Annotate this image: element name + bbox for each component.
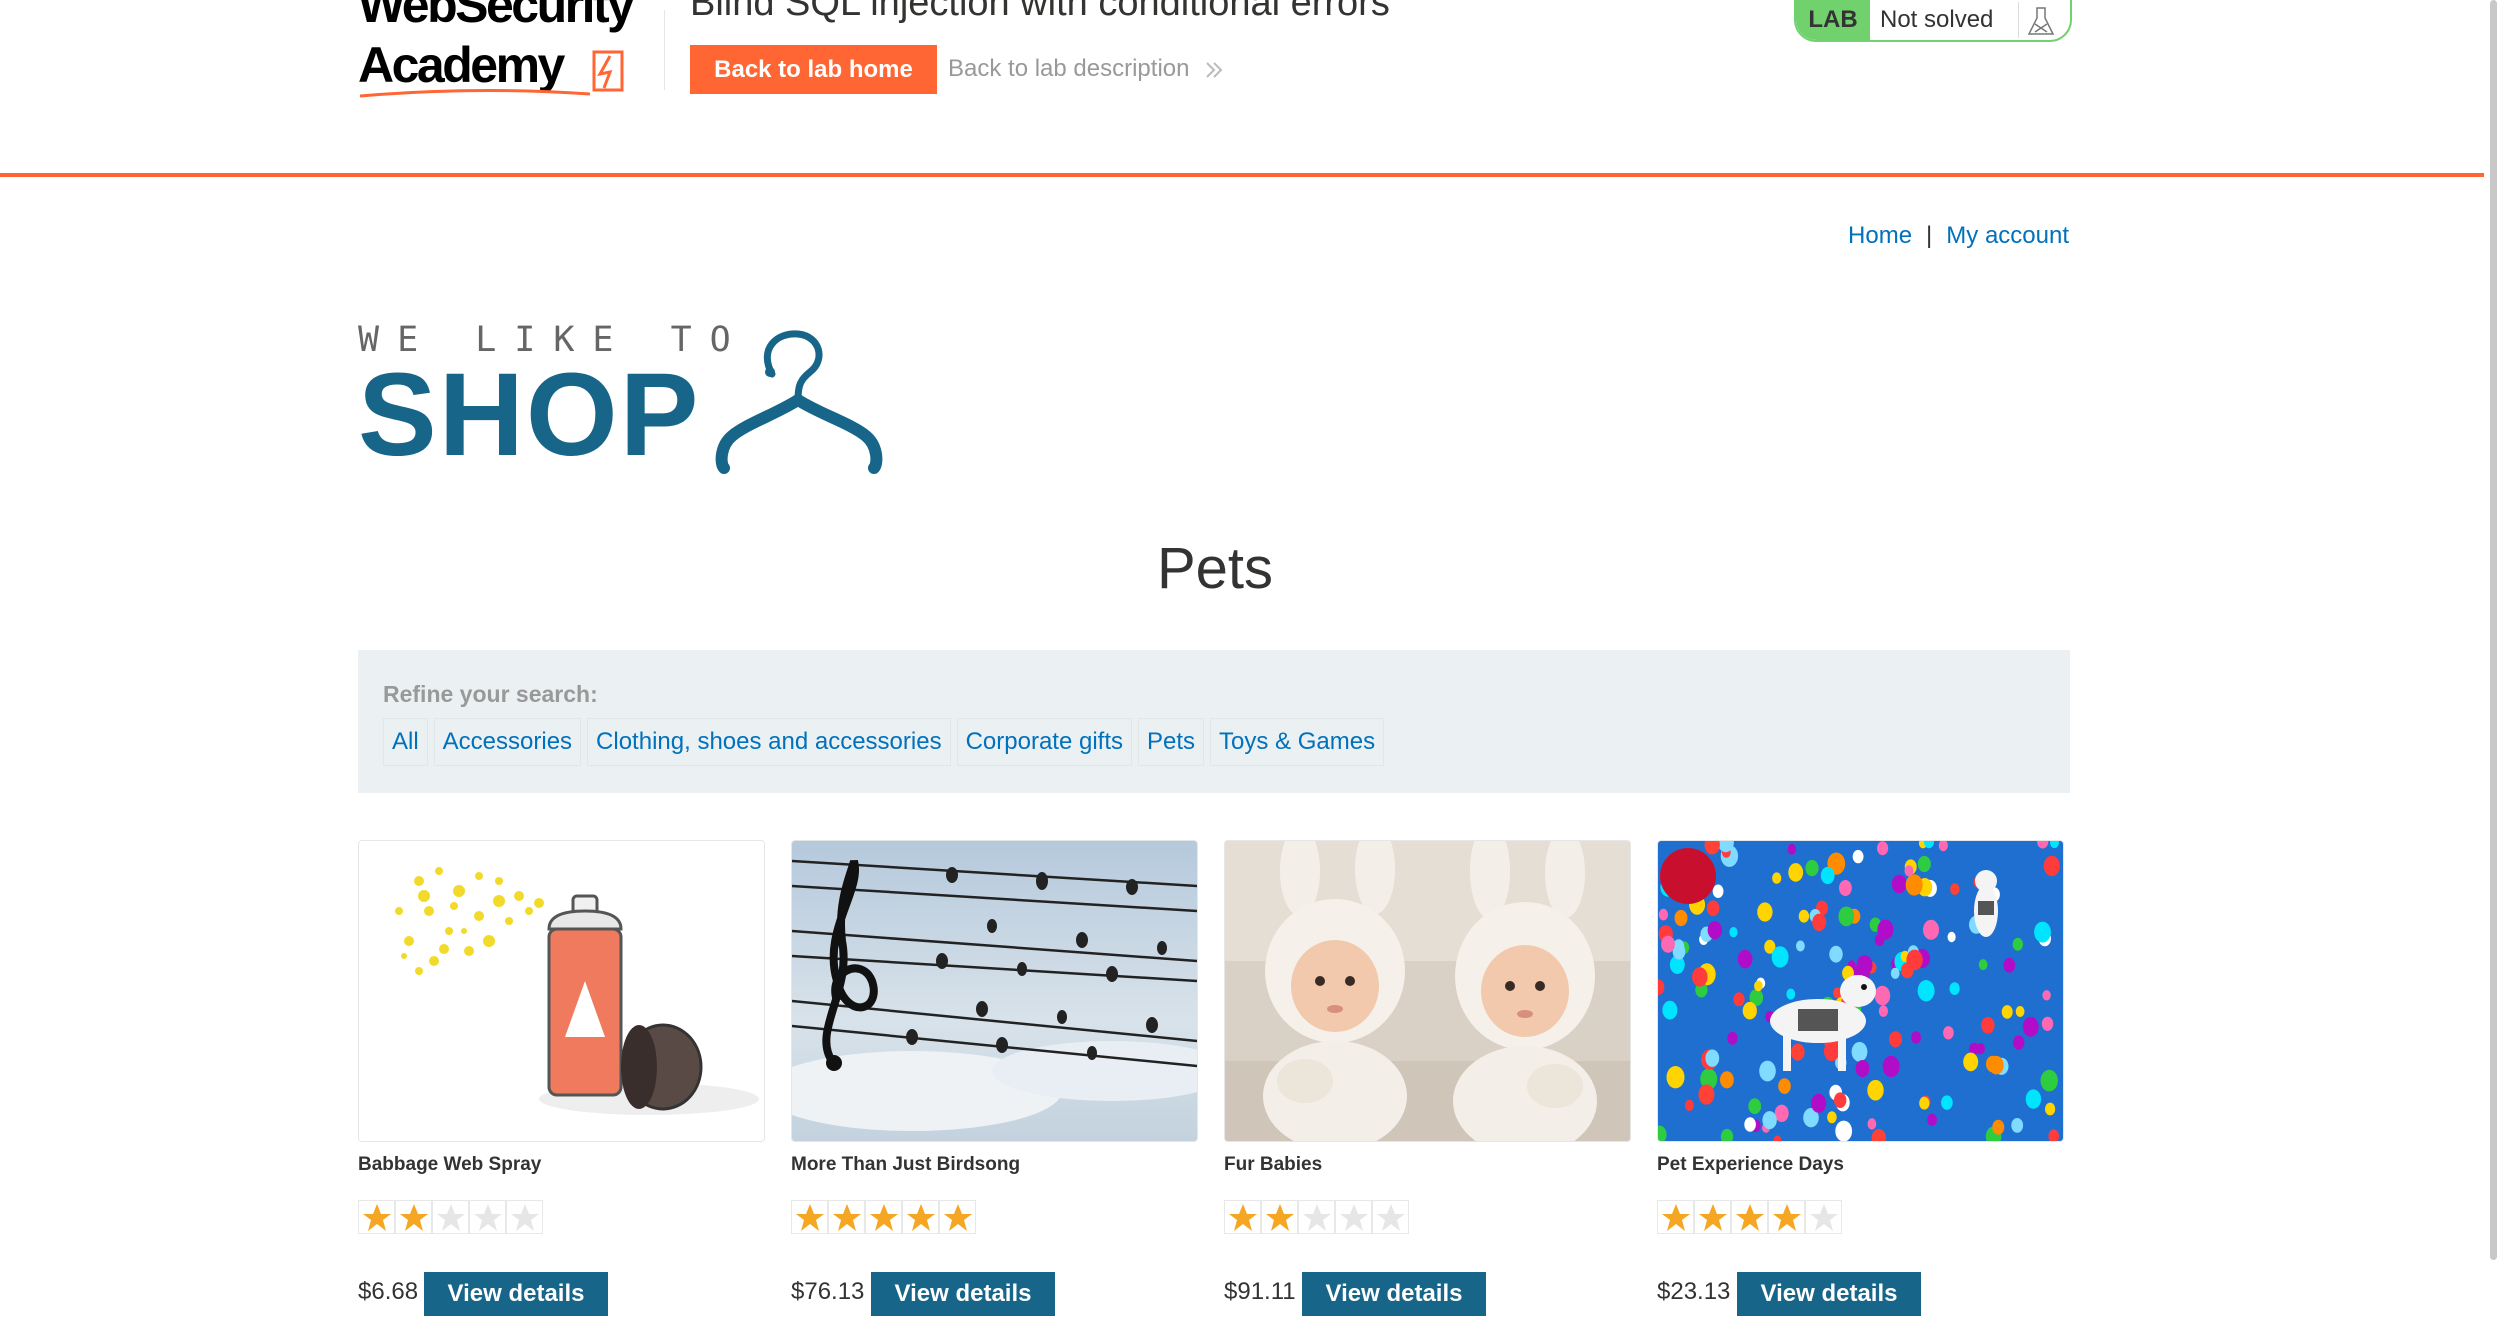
rating-stars: [1224, 1200, 1409, 1234]
top-nav: Home | My account: [1848, 222, 2069, 250]
star-filled-icon: [1224, 1200, 1261, 1234]
product-image-spray-can[interactable]: [358, 840, 765, 1142]
lab-status-text: Not solved: [1880, 6, 1994, 33]
product-price: $76.13: [791, 1278, 865, 1305]
shop-word: SHOP: [358, 349, 701, 481]
lab-badge: LAB: [1796, 0, 1870, 40]
star-empty-icon: [506, 1200, 543, 1234]
star-filled-icon: [902, 1200, 939, 1234]
scrollbar-thumb[interactable]: [2490, 0, 2497, 1260]
filter-list: All Accessories Clothing, shoes and acce…: [383, 718, 1385, 766]
double-chevron-right-icon: [1206, 61, 1223, 78]
star-empty-icon: [1372, 1200, 1409, 1234]
header-rule: [0, 173, 2484, 177]
lab-status-widget: LAB Not solved: [1794, 0, 2072, 42]
product-name: More Than Just Birdsong: [791, 1154, 1021, 1175]
rating-stars: [358, 1200, 543, 1234]
star-filled-icon: [828, 1200, 865, 1234]
logo-line-2: Academy: [358, 37, 565, 93]
star-empty-icon: [1335, 1200, 1372, 1234]
product-price: $6.68: [358, 1278, 419, 1305]
star-filled-icon: [791, 1200, 828, 1234]
view-details-button[interactable]: View details: [871, 1272, 1055, 1316]
my-account-link[interactable]: My account: [1946, 222, 2069, 249]
logo-underline-icon: [360, 88, 590, 98]
product-card: Fur Babies $91.11 View details: [1224, 840, 1631, 1331]
product-name: Pet Experience Days: [1657, 1154, 1844, 1175]
product-card: Pet Experience Days $23.13 View details: [1657, 840, 2064, 1331]
nav-separator: |: [1926, 222, 1933, 249]
star-filled-icon: [865, 1200, 902, 1234]
star-filled-icon: [939, 1200, 976, 1234]
hanger-icon: [715, 330, 883, 474]
star-filled-icon: [358, 1200, 395, 1234]
back-to-lab-home-button[interactable]: Back to lab home: [690, 45, 937, 94]
product-price: $91.11: [1224, 1278, 1296, 1305]
star-empty-icon: [432, 1200, 469, 1234]
back-to-lab-description-label: Back to lab description: [948, 55, 1190, 82]
star-filled-icon: [395, 1200, 432, 1234]
filter-accessories[interactable]: Accessories: [433, 718, 582, 766]
filter-toys-games[interactable]: Toys & Games: [1210, 718, 1385, 766]
filter-pets[interactable]: Pets: [1137, 718, 1205, 766]
flask-icon: [2018, 2, 2055, 38]
lab-title: Blind SQL injection with conditional err…: [690, 0, 1390, 24]
filter-clothing[interactable]: Clothing, shoes and accessories: [587, 718, 951, 766]
academy-header: WebSecurity Academy Blind SQL injection …: [0, 0, 2482, 178]
star-empty-icon: [1298, 1200, 1335, 1234]
back-to-lab-description-link[interactable]: Back to lab description: [948, 55, 1224, 83]
header-divider: [664, 10, 665, 90]
star-filled-icon: [1657, 1200, 1694, 1234]
refine-search-panel: Refine your search: All Accessories Clot…: [358, 650, 2070, 793]
product-price: $23.13: [1657, 1278, 1731, 1305]
page: WebSecurity Academy Blind SQL injection …: [0, 0, 2499, 1331]
product-name: Fur Babies: [1224, 1154, 1323, 1175]
view-details-button[interactable]: View details: [1302, 1272, 1486, 1316]
home-link[interactable]: Home: [1848, 222, 1912, 249]
product-image-babies-in-bunny-hats[interactable]: [1224, 840, 1631, 1142]
star-filled-icon: [1261, 1200, 1298, 1234]
academy-logo[interactable]: WebSecurity Academy: [358, 0, 658, 100]
rating-stars: [1657, 1200, 1842, 1234]
rating-stars: [791, 1200, 976, 1234]
view-details-button[interactable]: View details: [424, 1272, 608, 1316]
product-card: Babbage Web Spray $6.68 View details: [358, 840, 765, 1331]
refine-label: Refine your search:: [383, 681, 598, 707]
logo-line-1: WebSecurity: [358, 0, 635, 33]
product-name: Babbage Web Spray: [358, 1154, 542, 1175]
product-card: More Than Just Birdsong $76.13 View deta…: [791, 840, 1198, 1331]
view-details-button[interactable]: View details: [1737, 1272, 1921, 1316]
category-title: Pets: [1156, 536, 1274, 601]
filter-corporate-gifts[interactable]: Corporate gifts: [956, 718, 1132, 766]
filter-all[interactable]: All: [383, 718, 428, 766]
star-empty-icon: [1805, 1200, 1842, 1234]
product-grid: Babbage Web Spray $6.68 View details Mor…: [358, 840, 2070, 1331]
shop-logo: WE LIKE TO SHOP: [358, 320, 883, 481]
star-filled-icon: [1694, 1200, 1731, 1234]
product-image-birds-on-wires[interactable]: [791, 840, 1198, 1142]
product-image-dogs-with-balloons[interactable]: [1657, 840, 2064, 1142]
star-filled-icon: [1768, 1200, 1805, 1234]
star-empty-icon: [469, 1200, 506, 1234]
lightning-icon: [592, 50, 624, 92]
star-filled-icon: [1731, 1200, 1768, 1234]
